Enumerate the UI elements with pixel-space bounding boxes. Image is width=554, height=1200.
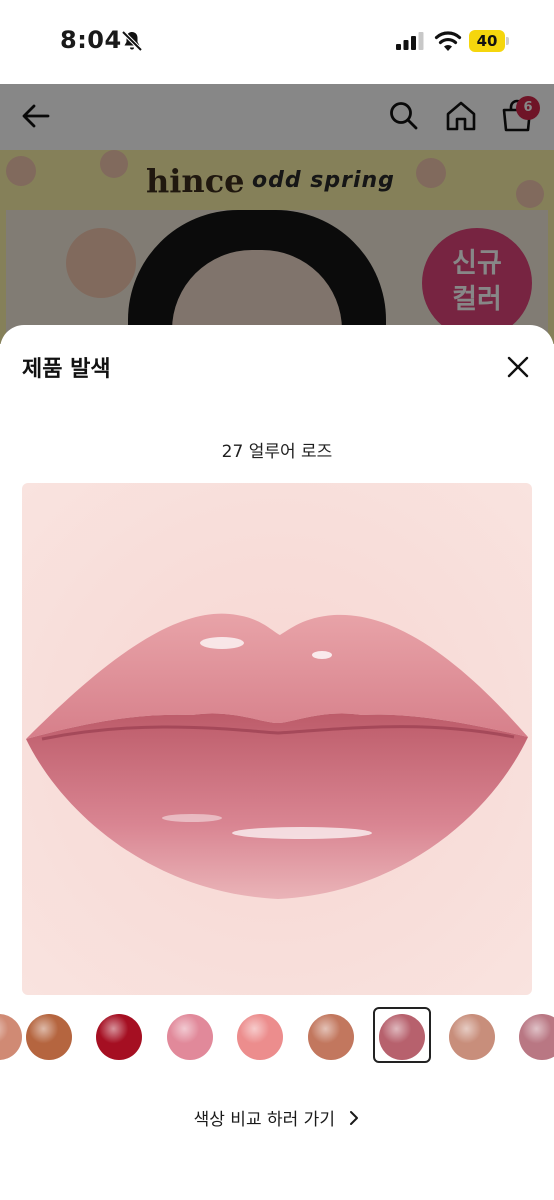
- wifi-icon: [434, 31, 462, 51]
- close-icon[interactable]: [502, 351, 534, 383]
- status-time: 8:04: [60, 26, 122, 54]
- color-swatch[interactable]: [0, 1014, 22, 1060]
- color-swatch[interactable]: [308, 1014, 354, 1060]
- sheet-title: 제품 발색: [22, 357, 111, 382]
- color-swatch[interactable]: [26, 1014, 72, 1060]
- battery-indicator: 40: [469, 30, 509, 52]
- color-swatch[interactable]: [96, 1014, 142, 1060]
- chevron-right-icon: [350, 1110, 359, 1125]
- compare-colors-link[interactable]: 색상 비교 하러 가기: [0, 1105, 554, 1130]
- color-swatch[interactable]: [237, 1014, 283, 1060]
- battery-tip: [506, 37, 509, 45]
- swatch-carousel[interactable]: [0, 1007, 554, 1067]
- color-swatch[interactable]: [167, 1014, 213, 1060]
- modal-backdrop[interactable]: [0, 84, 554, 344]
- product-swatch-sheet: 제품 발색 27 얼루어 로즈 색상 비교 하러 가기: [0, 325, 554, 1200]
- cellular-signal-icon: [396, 32, 424, 50]
- status-bar: 8:04 40: [0, 0, 554, 84]
- color-swatch-selected[interactable]: [379, 1014, 425, 1060]
- lip-swatch-photo: [22, 483, 532, 995]
- compare-colors-label: 색상 비교 하러 가기: [193, 1110, 335, 1130]
- battery-level: 40: [476, 32, 498, 50]
- shade-name: 27 얼루어 로즈: [221, 442, 333, 462]
- color-swatch[interactable]: [519, 1014, 554, 1060]
- color-swatch[interactable]: [449, 1014, 495, 1060]
- bell-muted-icon: [121, 30, 143, 52]
